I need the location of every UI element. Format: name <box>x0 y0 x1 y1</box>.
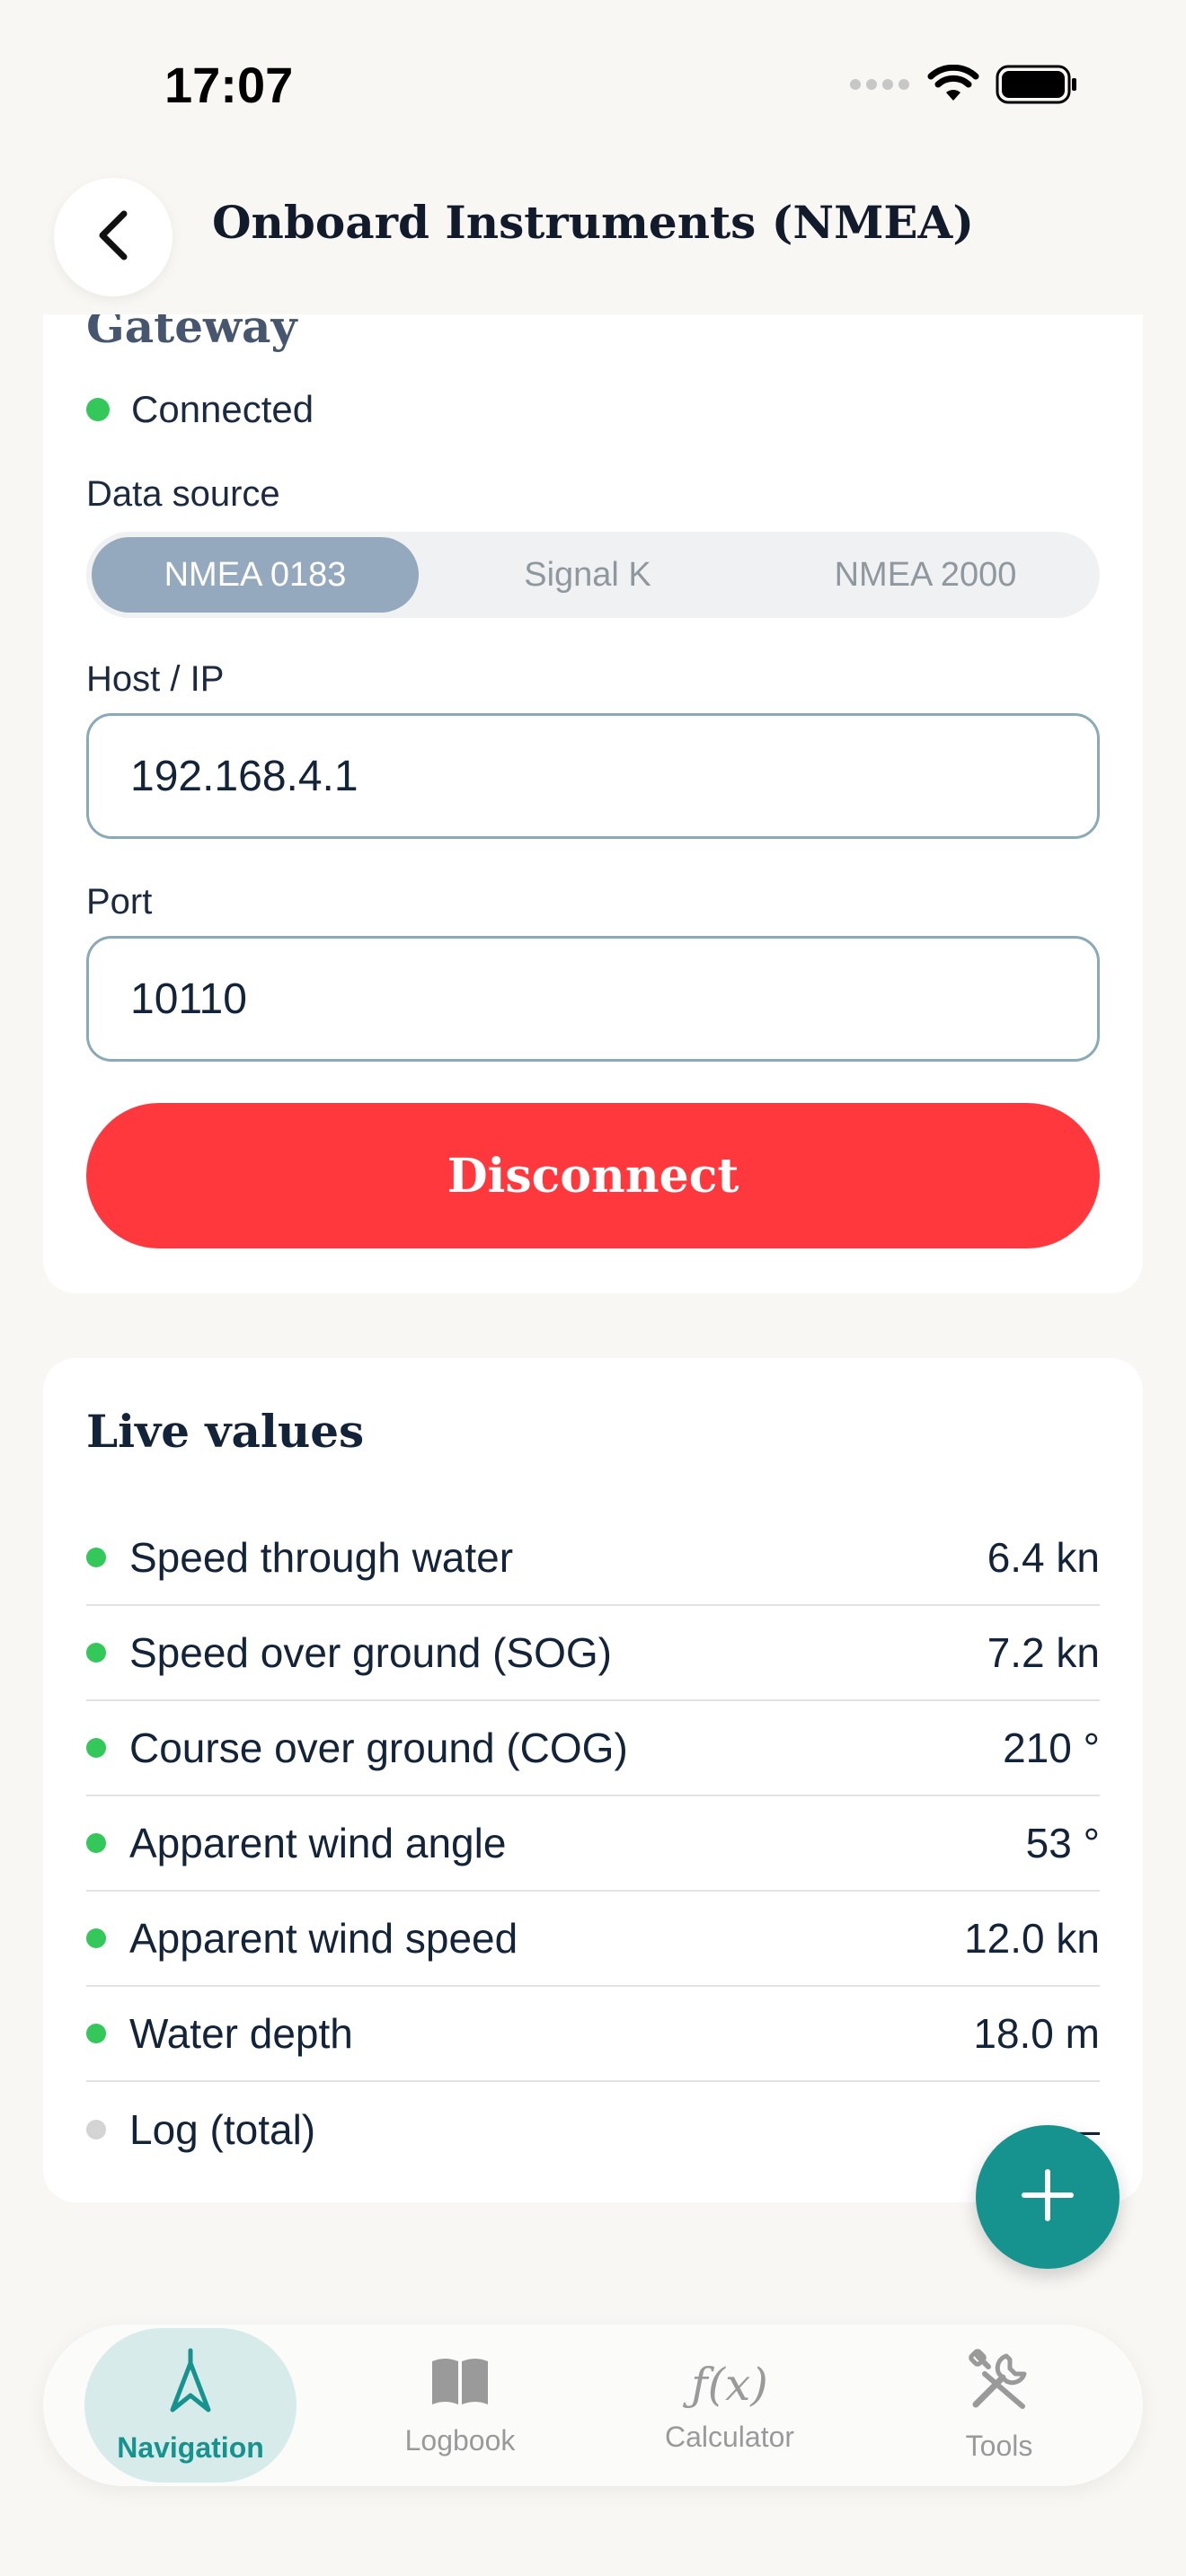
tab-logbook[interactable]: Logbook <box>354 2328 566 2483</box>
header: Onboard Instruments (NMEA) <box>0 153 1186 314</box>
segment-nmea-2000[interactable]: NMEA 2000 <box>757 537 1094 613</box>
live-indicator-dot <box>86 1833 106 1853</box>
tab-tools-label: Tools <box>965 2429 1033 2462</box>
tools-icon <box>967 2348 1031 2421</box>
port-label: Port <box>86 882 153 922</box>
navigation-icon <box>165 2347 216 2422</box>
page-title: Onboard Instruments (NMEA) <box>212 196 974 249</box>
port-input[interactable]: 10110 <box>86 936 1100 1062</box>
inactive-indicator-dot <box>86 2120 106 2139</box>
tab-bar: Navigation Logbook ƒ(x) Calculator Tools <box>43 2325 1143 2486</box>
host-input[interactable]: 192.168.4.1 <box>86 713 1100 839</box>
disconnect-button[interactable]: Disconnect <box>86 1103 1100 1248</box>
live-value-label: Log (total) <box>129 2106 316 2153</box>
connection-status-text: Connected <box>131 388 314 430</box>
live-values-list: Speed through water 6.4 kn Speed over gr… <box>86 1511 1100 2177</box>
host-label: Host / IP <box>86 659 225 699</box>
live-value-row: Water depth 18.0 m <box>86 1987 1100 2082</box>
live-indicator-dot <box>86 1738 106 1758</box>
live-indicator-dot <box>86 1928 106 1948</box>
book-icon <box>429 2354 491 2415</box>
segment-signal-k[interactable]: Signal K <box>419 537 757 613</box>
add-button[interactable] <box>976 2125 1120 2269</box>
battery-icon <box>996 65 1078 109</box>
tab-navigation[interactable]: Navigation <box>84 2328 296 2483</box>
live-value-reading: 210 ° <box>1003 1725 1100 1771</box>
tab-tools[interactable]: Tools <box>893 2328 1105 2483</box>
live-value-row: Log (total) — <box>86 2082 1100 2177</box>
data-source-label: Data source <box>86 474 280 514</box>
live-value-label: Apparent wind angle <box>129 1820 507 1866</box>
live-value-label: Speed over ground (SOG) <box>129 1629 612 1676</box>
connection-status: Connected <box>86 388 314 431</box>
live-value-reading: 12.0 kn <box>964 1915 1100 1962</box>
live-value-row: Speed through water 6.4 kn <box>86 1511 1100 1606</box>
tab-logbook-label: Logbook <box>404 2423 516 2457</box>
function-icon: ƒ(x) <box>691 2358 768 2411</box>
live-indicator-dot <box>86 1548 106 1567</box>
status-icons <box>848 64 1078 109</box>
tab-navigation-label: Navigation <box>117 2430 264 2464</box>
cellular-signal-icon <box>848 77 911 96</box>
tab-calculator-label: Calculator <box>664 2420 795 2453</box>
live-value-label: Course over ground (COG) <box>129 1725 628 1771</box>
live-value-reading: 53 ° <box>1025 1820 1100 1866</box>
segment-nmea-0183[interactable]: NMEA 0183 <box>92 537 419 613</box>
live-value-reading: 7.2 kn <box>987 1629 1100 1676</box>
live-value-label: Apparent wind speed <box>129 1915 518 1962</box>
live-value-row: Course over ground (COG) 210 ° <box>86 1701 1100 1796</box>
live-value-label: Speed through water <box>129 1534 514 1581</box>
live-values-card: Live values Speed through water 6.4 kn S… <box>43 1358 1143 2202</box>
live-values-title: Live values <box>86 1405 365 1458</box>
live-value-reading: 6.4 kn <box>987 1534 1100 1581</box>
live-value-row: Apparent wind speed 12.0 kn <box>86 1892 1100 1987</box>
live-value-reading: 18.0 m <box>973 2010 1100 2057</box>
tab-calculator[interactable]: ƒ(x) Calculator <box>624 2328 836 2483</box>
live-value-row: Apparent wind angle 53 ° <box>86 1796 1100 1892</box>
wifi-icon <box>927 64 979 109</box>
data-source-segmented-control: NMEA 0183 Signal K NMEA 2000 <box>86 532 1100 618</box>
gateway-card: Gateway Connected Data source NMEA 0183 … <box>43 269 1143 1293</box>
live-indicator-dot <box>86 1643 106 1663</box>
live-value-row: Speed over ground (SOG) 7.2 kn <box>86 1606 1100 1701</box>
status-time: 17:07 <box>164 57 294 113</box>
plus-icon <box>1019 2166 1076 2228</box>
live-indicator-dot <box>86 2024 106 2043</box>
live-value-label: Water depth <box>129 2010 353 2057</box>
connected-dot <box>86 398 110 421</box>
